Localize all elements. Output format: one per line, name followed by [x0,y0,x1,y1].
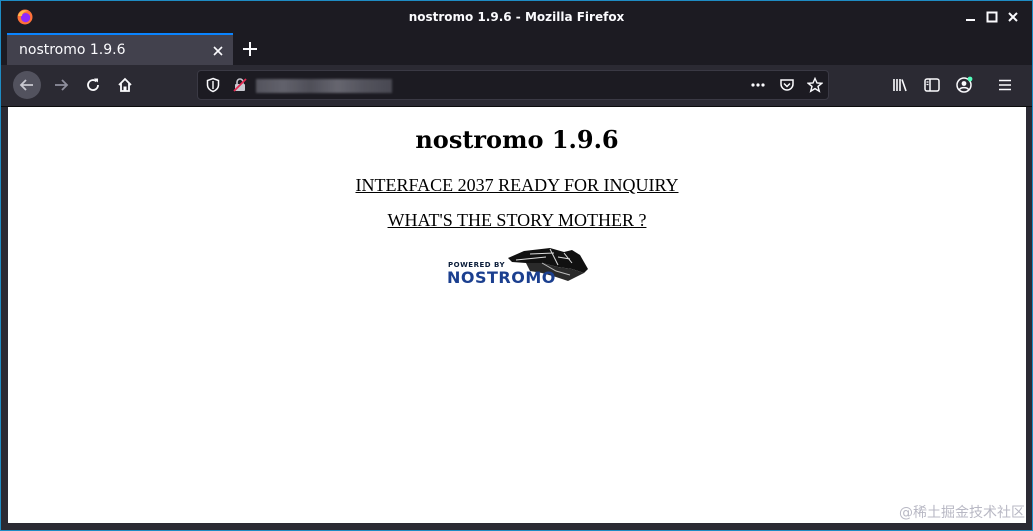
back-arrow-icon [19,79,33,91]
library-icon[interactable] [891,76,909,94]
minimize-icon[interactable] [964,10,978,24]
insecure-lock-icon[interactable] [232,77,248,93]
nostromo-logo: POWERED BY NOSTROMO [446,243,591,289]
story-link[interactable]: WHAT'S THE STORY MOTHER ? [388,210,647,230]
back-button[interactable] [13,71,41,99]
forward-arrow-icon [55,79,69,91]
title-bar: nostromo 1.9.6 - Mozilla Firefox [1,1,1032,33]
bookmark-star-icon[interactable] [806,76,824,93]
tab-bar: nostromo 1.9.6 [1,33,1032,65]
tab-nostromo[interactable]: nostromo 1.9.6 [7,33,233,65]
page-heading: nostromo 1.9.6 [415,125,619,154]
tab-close-icon[interactable] [211,43,225,57]
sidebar-icon[interactable] [923,76,941,94]
window-title: nostromo 1.9.6 - Mozilla Firefox [408,10,625,24]
home-button[interactable] [111,71,139,99]
menu-icon[interactable] [996,76,1014,94]
nostromo-brand: NOSTROMO [447,268,556,287]
interface-link[interactable]: INTERFACE 2037 READY FOR INQUIRY [355,175,678,195]
url-input[interactable] [254,75,738,97]
close-icon[interactable] [1006,10,1020,24]
tab-title: nostromo 1.9.6 [19,42,126,58]
interface-link-line: INTERFACE 2037 READY FOR INQUIRY [8,175,1026,196]
story-link-line: WHAT'S THE STORY MOTHER ? [8,210,1026,231]
new-tab-icon[interactable] [241,40,259,58]
forward-button[interactable] [47,71,75,99]
home-icon [118,77,132,92]
pocket-icon[interactable] [779,77,795,93]
page-content: nostromo 1.9.6 INTERFACE 2037 READY FOR … [8,107,1026,523]
watermark: @稀土掘金技术社区 [899,505,1025,521]
account-icon[interactable] [955,76,973,94]
reload-button[interactable] [79,71,107,99]
reload-icon [87,78,99,91]
maximize-icon[interactable] [985,10,999,24]
url-bar[interactable] [197,70,829,100]
tracking-shield-icon[interactable] [205,77,221,93]
browser-window: nostromo 1.9.6 - Mozilla Firefox nostrom… [1,1,1032,530]
navigation-toolbar [1,65,1032,107]
page-actions-icon[interactable] [750,77,766,93]
